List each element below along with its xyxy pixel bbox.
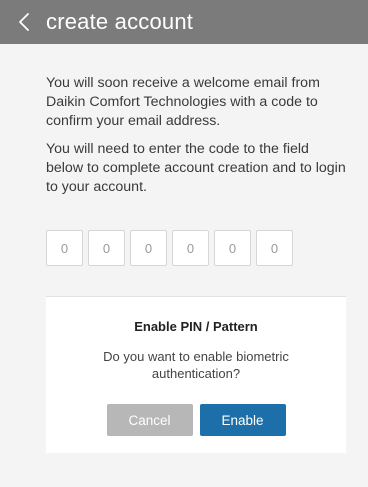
dialog-message: Do you want to enable biometric authenti…	[103, 349, 289, 381]
verification-code-inputs	[46, 230, 293, 266]
enter-code-text: You will need to enter the code to the f…	[46, 141, 346, 195]
code-digit-3[interactable]	[130, 230, 167, 266]
code-digit-2[interactable]	[88, 230, 125, 266]
dialog-title: Enable PIN / Pattern	[134, 319, 258, 334]
page-title: create account	[46, 9, 194, 34]
code-digit-5[interactable]	[214, 230, 251, 266]
dialog-buttons: Cancel Enable	[46, 404, 346, 436]
code-digit-4[interactable]	[172, 230, 209, 266]
cancel-button[interactable]: Cancel	[106, 404, 193, 436]
chevron-left-icon[interactable]	[16, 11, 34, 33]
app-header: create account	[0, 0, 368, 44]
instructions: You will soon receive a welcome email fr…	[46, 74, 346, 206]
biometric-dialog: Enable PIN / Pattern Do you want to enab…	[46, 296, 346, 453]
enable-button[interactable]: Enable	[199, 404, 286, 436]
code-digit-1[interactable]	[46, 230, 83, 266]
code-digit-6[interactable]	[256, 230, 293, 266]
welcome-email-text: You will soon receive a welcome email fr…	[46, 75, 320, 129]
